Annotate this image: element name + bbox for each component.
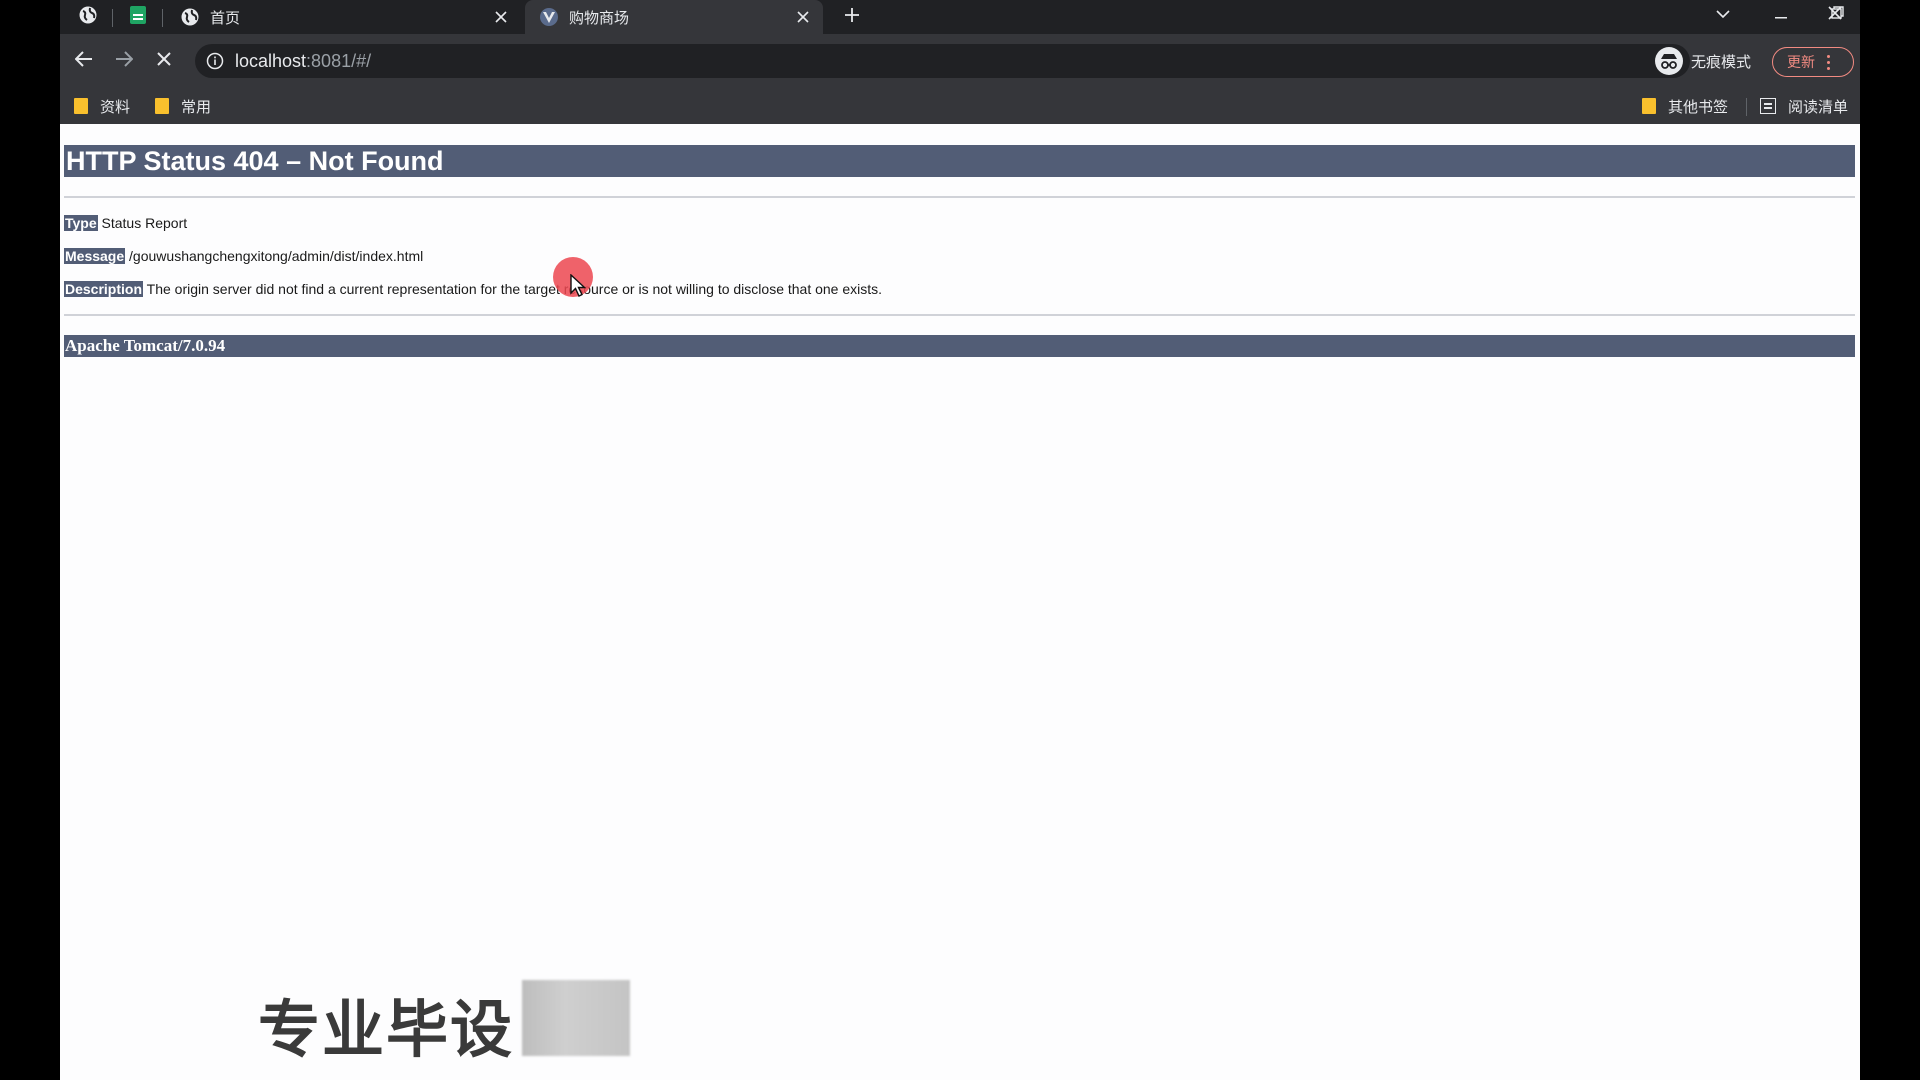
tab-separator [112,9,113,27]
folder-icon [155,98,169,114]
reading-list-icon [1760,98,1776,114]
incognito-icon [1655,47,1683,75]
close-icon [156,51,172,72]
description-row: Description The origin server did not fi… [64,280,882,298]
tab-shopping-mall[interactable]: 购物商场 [525,0,823,34]
tab-strip: 首页 购物商场 [60,0,1860,34]
tab-title: 购物商场 [569,9,630,27]
reading-list-label: 阅读清单 [1788,98,1849,116]
folder-icon [74,98,88,114]
browser-toolbar: localhost :8081/#/ 无痕模式 更新 [60,34,1860,88]
type-row: Type Status Report [64,214,187,232]
arrow-right-icon [115,50,134,72]
bookmark-folder-materials[interactable]: 资料 [74,94,130,118]
vue-icon [539,7,559,27]
tab-search-button[interactable] [1700,0,1746,30]
bookmark-separator [1746,98,1747,116]
tab-home[interactable]: 首页 [166,0,521,34]
bookmark-folder-common[interactable]: 常用 [155,94,211,118]
globe-icon [180,7,200,27]
type-value: Status Report [101,215,188,231]
bookmark-folder-other[interactable]: 其他书签 [1642,94,1728,118]
incognito-label: 无痕模式 [1691,53,1752,71]
bookmarks-bar: 资料 常用 其他书签 阅读清单 [60,88,1860,124]
globe-icon [78,5,98,30]
page-content: HTTP Status 404 – Not Found Type Status … [60,124,1860,1080]
divider [64,314,1855,316]
close-window-button[interactable] [1812,0,1858,30]
back-button[interactable] [68,45,100,77]
plus-icon [844,7,860,28]
message-row: Message /gouwushangchengxitong/admin/dis… [64,247,423,265]
divider [64,196,1855,198]
arrow-left-icon [74,50,93,72]
more-vert-icon [1827,54,1831,70]
bookmark-label: 常用 [181,98,212,116]
stop-loading-button[interactable] [148,45,180,77]
update-button[interactable]: 更新 [1772,47,1854,77]
url-path: :8081/#/ [306,50,372,71]
address-bar[interactable]: localhost :8081/#/ [195,44,1690,78]
new-tab-button[interactable] [838,3,866,31]
server-footer: Apache Tomcat/7.0.94 [64,335,1855,357]
video-watermark: 专业毕设 [258,993,515,1066]
chevron-down-icon [1716,6,1730,24]
sheet-icon [129,5,147,30]
message-label: Message [64,248,126,264]
message-value: /gouwushangchengxitong/admin/dist/index.… [129,248,424,264]
url-host: localhost [235,50,307,71]
info-icon[interactable] [205,51,225,71]
close-icon[interactable] [491,7,511,27]
blurred-region [522,980,630,1056]
mouse-cursor-icon [570,274,587,297]
type-label: Type [64,215,98,231]
bookmark-label: 资料 [100,98,131,116]
description-value: The origin server did not find a current… [146,281,883,297]
bookmark-label: 其他书签 [1668,98,1729,116]
incognito-indicator[interactable]: 无痕模式 [1655,45,1751,77]
folder-icon [1642,98,1656,114]
browser-window: 首页 购物商场 localhost:8081/#/ 无痕模式 更新 资料 常用… [60,0,1860,1080]
minimize-button[interactable] [1758,0,1804,30]
tab-title: 首页 [210,9,241,27]
update-label: 更新 [1787,54,1815,70]
pinned-tab-globe[interactable] [68,3,108,31]
tab-separator [162,9,163,27]
reading-list-button[interactable]: 阅读清单 [1760,94,1848,118]
close-icon [1828,5,1842,25]
page-title: HTTP Status 404 – Not Found [64,145,1855,177]
description-label: Description [64,281,144,297]
close-icon[interactable] [793,7,813,27]
forward-button[interactable] [108,45,140,77]
pinned-tab-sheet[interactable] [118,3,158,31]
minimize-icon [1775,6,1787,24]
